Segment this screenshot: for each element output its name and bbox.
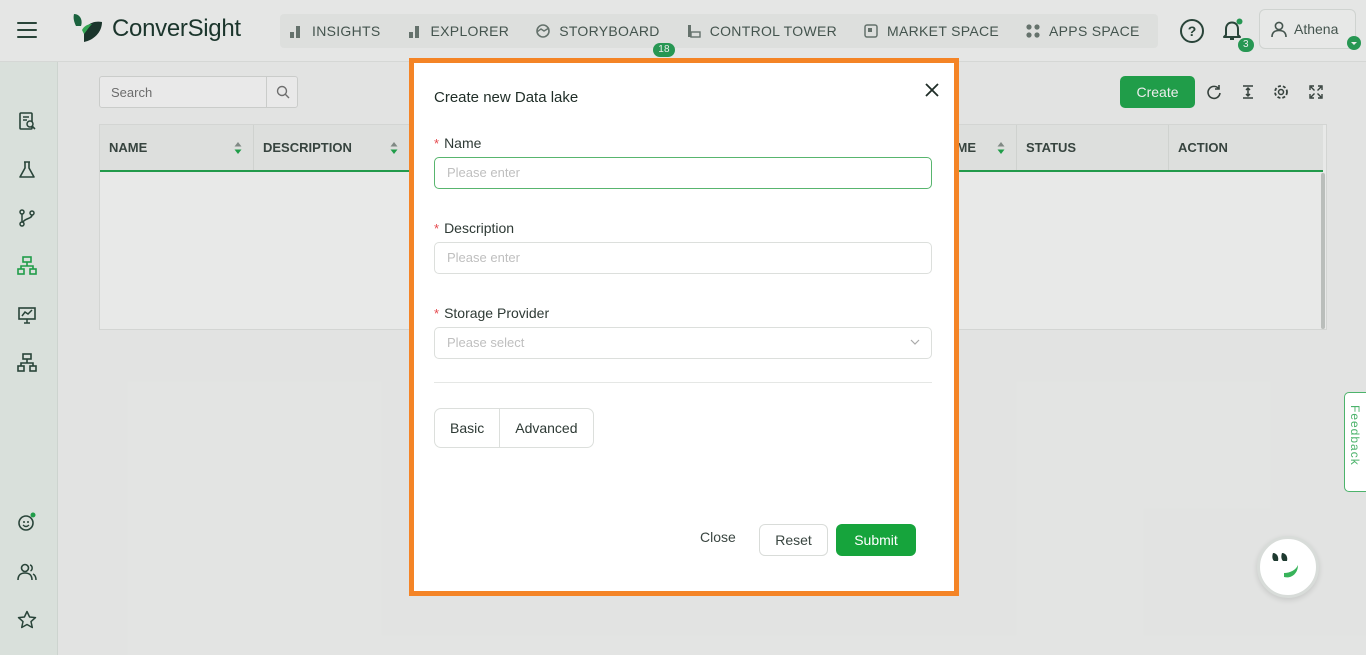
chat-bot-icon bbox=[1272, 553, 1298, 578]
chevron-down-icon bbox=[910, 339, 920, 345]
name-field[interactable]: Please enter bbox=[434, 157, 932, 189]
create-data-lake-modal: Create new Data lake * Name Please enter … bbox=[409, 58, 959, 596]
close-button[interactable]: Close bbox=[700, 529, 736, 545]
description-field[interactable]: Please enter bbox=[434, 242, 932, 274]
tab-advanced[interactable]: Advanced bbox=[499, 409, 592, 447]
mode-tabs: Basic Advanced bbox=[434, 408, 594, 448]
storage-provider-label: * Storage Provider bbox=[434, 305, 550, 321]
name-label: * Name bbox=[434, 135, 482, 151]
feedback-tab[interactable]: Feedback bbox=[1344, 392, 1366, 492]
modal-title: Create new Data lake bbox=[434, 89, 579, 106]
close-icon[interactable] bbox=[924, 82, 940, 98]
reset-button[interactable]: Reset bbox=[759, 524, 828, 556]
tab-basic[interactable]: Basic bbox=[435, 409, 499, 447]
storage-provider-select[interactable]: Please select bbox=[434, 327, 932, 359]
divider bbox=[434, 382, 932, 383]
submit-button[interactable]: Submit bbox=[836, 524, 916, 556]
description-label: * Description bbox=[434, 220, 515, 236]
feedback-label: Feedback bbox=[1348, 405, 1362, 466]
chat-bot-button[interactable] bbox=[1257, 536, 1319, 598]
